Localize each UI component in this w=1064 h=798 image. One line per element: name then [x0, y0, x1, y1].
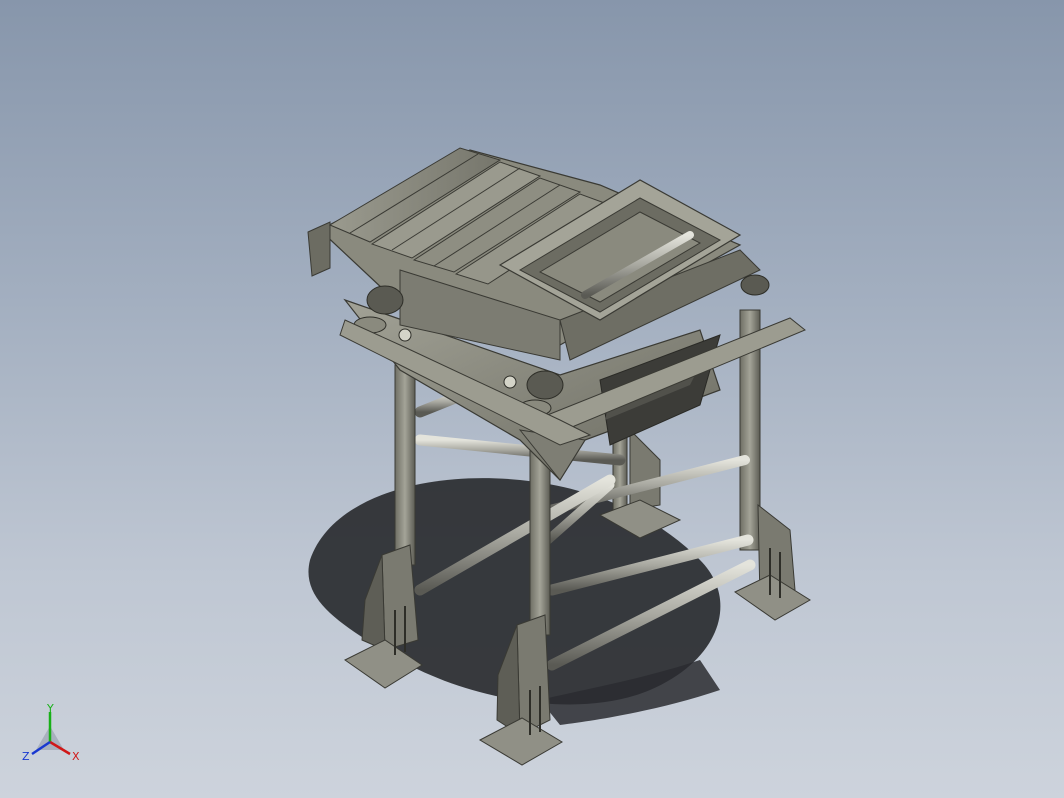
cad-model[interactable]	[0, 0, 1064, 798]
z-axis-label: Z	[22, 750, 30, 763]
x-axis-label: X	[72, 750, 80, 763]
graphics-viewport[interactable]: Y X Z	[0, 0, 1064, 798]
orientation-triad[interactable]: Y X Z	[18, 702, 88, 772]
y-axis-label: Y	[46, 702, 54, 715]
back-leg-right[interactable]	[734, 309, 811, 621]
